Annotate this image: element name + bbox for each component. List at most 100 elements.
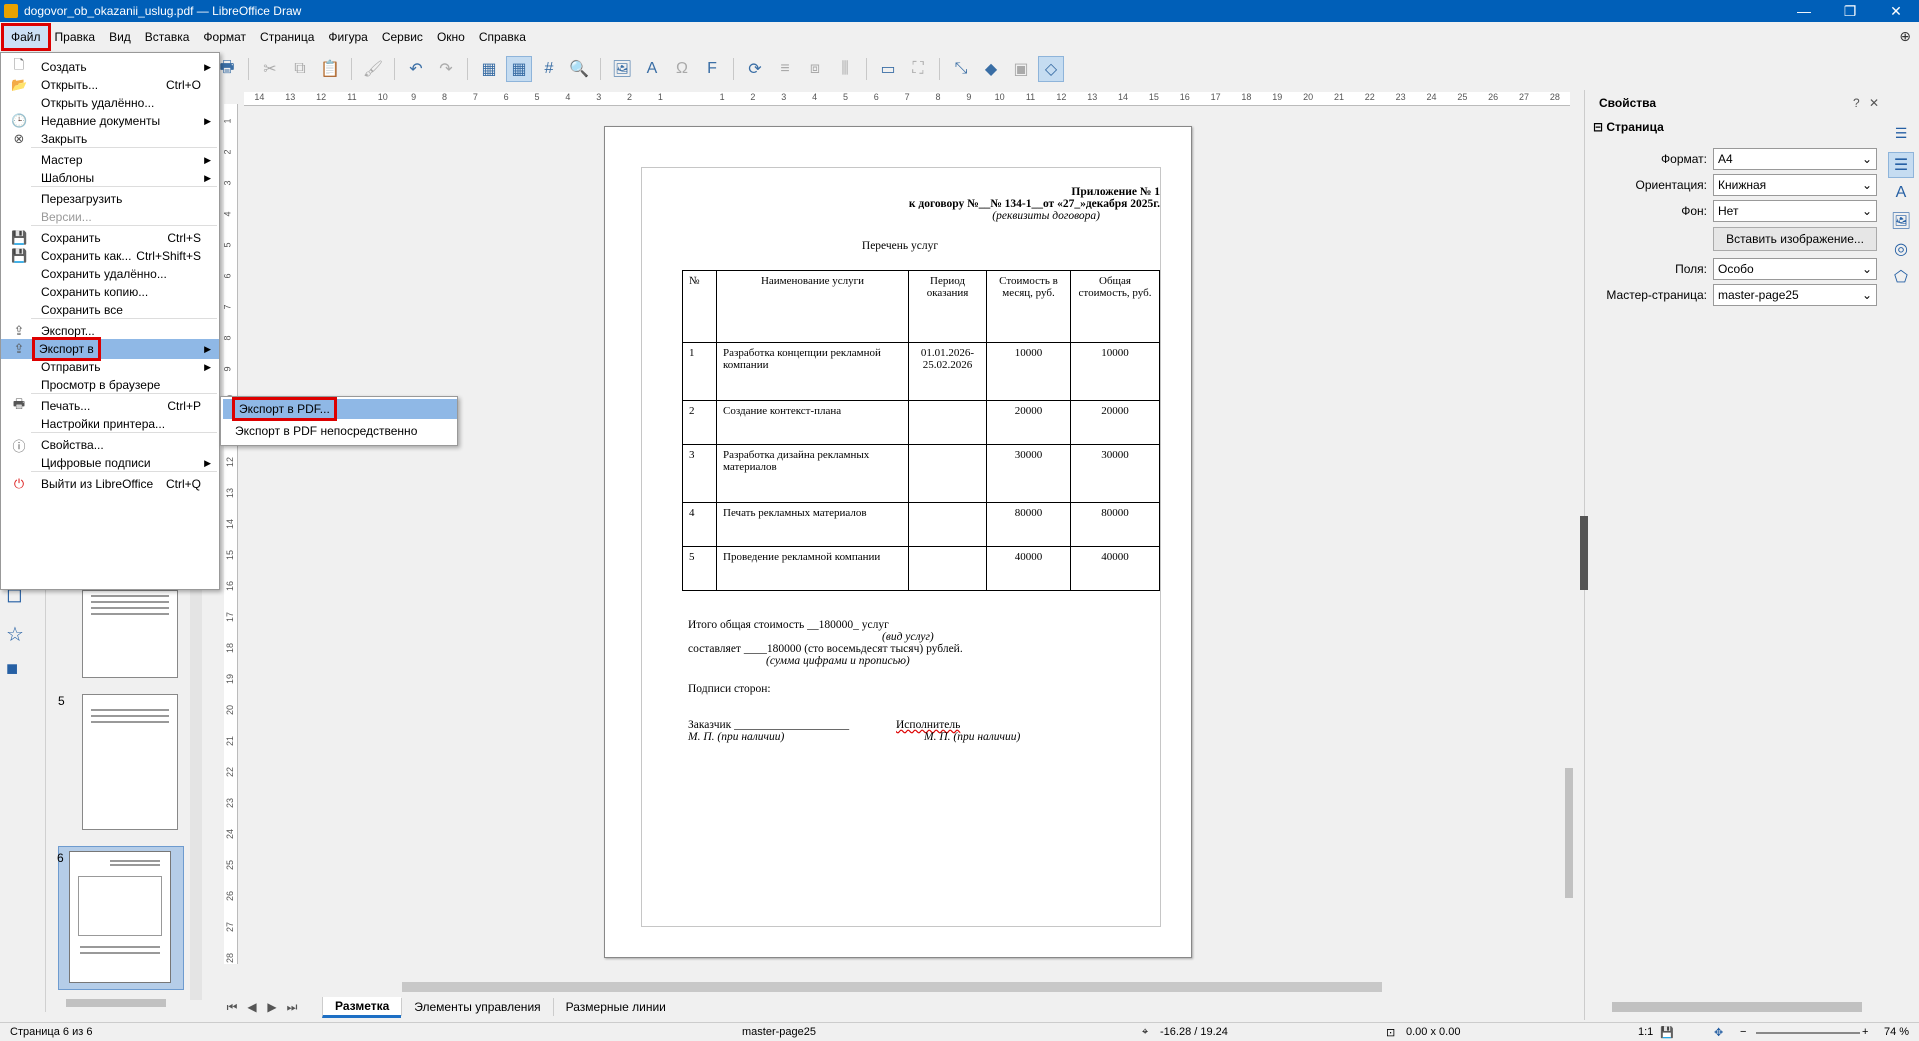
- file-menu-item[interactable]: ⊗ Закрыть: [1, 129, 219, 149]
- file-menu-item[interactable]: 🖶 Печать... Ctrl+P: [1, 396, 219, 416]
- menu-window[interactable]: Окно: [430, 26, 472, 48]
- tab-dimension-lines[interactable]: Размерные линии: [552, 998, 678, 1016]
- gallery-icon[interactable]: 🖼: [1888, 208, 1914, 234]
- zoom-icon[interactable]: 🔍: [566, 56, 592, 82]
- menu-page[interactable]: Страница: [253, 26, 321, 48]
- snap-grid-icon[interactable]: #: [536, 56, 562, 82]
- redo-icon[interactable]: ↷: [433, 56, 459, 82]
- margins-select[interactable]: Особо ⌄: [1713, 258, 1877, 280]
- navigator-icon[interactable]: ◎: [1888, 236, 1914, 262]
- zoom-slider[interactable]: [1756, 1032, 1860, 1034]
- file-menu-item[interactable]: ⏻ Выйти из LibreOffice Ctrl+Q: [1, 474, 219, 494]
- file-menu-item[interactable]: ⇪ Экспорт...: [1, 321, 219, 341]
- document-modified-icon[interactable]: 💾: [1660, 1026, 1674, 1039]
- file-menu-item[interactable]: Сохранить копию...: [1, 282, 219, 302]
- scale-indicator[interactable]: 1:1: [1638, 1026, 1653, 1038]
- insert-image-icon[interactable]: 🖼: [609, 56, 635, 82]
- distribute-icon[interactable]: ⫼: [832, 56, 858, 82]
- textbox-icon[interactable]: A: [639, 56, 665, 82]
- shadow-icon[interactable]: ▭: [875, 56, 901, 82]
- globe-icon[interactable]: ⊕: [1899, 28, 1911, 45]
- tab-prev-icon[interactable]: ◀: [242, 1000, 262, 1014]
- file-menu-item[interactable]: 💾 Сохранить как... Ctrl+Shift+S: [1, 246, 219, 266]
- tab-controls[interactable]: Элементы управления: [401, 998, 552, 1016]
- grid-icon[interactable]: ▦: [476, 56, 502, 82]
- slide-pane-hscrollbar[interactable]: [48, 996, 188, 1010]
- file-menu-item[interactable]: 🗋 Создать ▶: [1, 57, 219, 77]
- undo-icon[interactable]: ↶: [403, 56, 429, 82]
- menu-insert[interactable]: Вставка: [138, 26, 197, 48]
- file-menu-item[interactable]: Мастер ▶: [1, 150, 219, 170]
- orientation-select[interactable]: Книжная ⌄: [1713, 174, 1877, 196]
- fontwork-icon[interactable]: F: [699, 56, 725, 82]
- cut-icon[interactable]: ✂: [257, 56, 283, 82]
- points-icon[interactable]: ⤡: [948, 56, 974, 82]
- file-menu-item[interactable]: 💾 Сохранить Ctrl+S: [1, 228, 219, 248]
- tab-next-icon[interactable]: ▶: [262, 1000, 282, 1014]
- draw-functions-icon[interactable]: ◇: [1038, 56, 1064, 82]
- file-menu-item[interactable]: ⓘ Свойства...: [1, 435, 219, 455]
- file-menu-item[interactable]: Сохранить удалённо...: [1, 264, 219, 284]
- 3d-object-icon[interactable]: ■: [6, 658, 18, 681]
- sidebar-hscrollbar[interactable]: [1594, 998, 1872, 1016]
- file-menu-item[interactable]: Цифровые подписи ▶: [1, 453, 219, 473]
- fit-page-icon[interactable]: ✥: [1714, 1026, 1723, 1039]
- page-section-header[interactable]: ⊟ Страница: [1593, 120, 1664, 134]
- sidebar-close-icon[interactable]: ✕: [1869, 96, 1879, 110]
- selected-slide-thumbnail[interactable]: 6: [57, 846, 184, 990]
- insert-image-button[interactable]: Вставить изображение...: [1713, 227, 1877, 251]
- zoom-in-icon[interactable]: +: [1862, 1026, 1868, 1038]
- zoom-out-icon[interactable]: −: [1740, 1026, 1746, 1038]
- file-menu-item[interactable]: Сохранить все: [1, 300, 219, 320]
- star-icon[interactable]: ☆: [6, 622, 24, 647]
- file-menu-item[interactable]: Просмотр в браузере: [1, 375, 219, 395]
- clone-formatting-icon[interactable]: 🖌: [360, 56, 386, 82]
- vertical-ruler[interactable]: 1234567891011121314151617181920212223242…: [223, 104, 238, 964]
- shapes-icon[interactable]: ⬠: [1888, 264, 1914, 290]
- export-pdf-direct-item[interactable]: Экспорт в PDF непосредственно: [223, 421, 457, 441]
- special-char-icon[interactable]: Ω: [669, 56, 695, 82]
- file-menu-item[interactable]: ⇪ Экспорт в ▶: [1, 337, 219, 361]
- properties-icon[interactable]: ☰: [1888, 152, 1914, 178]
- master-page-select[interactable]: master-page25 ⌄: [1713, 284, 1877, 306]
- file-menu-item[interactable]: 🕒 Недавние документы ▶: [1, 111, 219, 131]
- transform-icon[interactable]: ⟳: [742, 56, 768, 82]
- sidebar-collapse-handle[interactable]: [1580, 516, 1588, 590]
- menu-edit[interactable]: Правка: [48, 26, 103, 48]
- document-content[interactable]: Приложение № 1 к договору №__№ 134-1__от…: [640, 186, 1160, 743]
- menu-format[interactable]: Формат: [196, 26, 253, 48]
- file-menu-item[interactable]: Шаблоны ▶: [1, 168, 219, 188]
- tab-first-icon[interactable]: ⏮: [222, 1000, 242, 1015]
- file-menu-item[interactable]: Настройки принтера...: [1, 414, 219, 434]
- sidebar-menu-icon[interactable]: ☰: [1888, 120, 1914, 146]
- horizontal-ruler[interactable]: 14 13 12 11 10 9 8 7 6 5 4 3 2 1 1 2 3 4 5 6 7 8 9 10 11 12 13 14 15…: [244, 92, 1570, 106]
- toggle-extrusion-icon[interactable]: ▣: [1008, 56, 1034, 82]
- maximize-button[interactable]: ❐: [1827, 0, 1873, 22]
- export-pdf-item[interactable]: Экспорт в PDF...: [223, 397, 457, 421]
- copy-icon[interactable]: ⧉: [287, 56, 313, 82]
- tab-last-icon[interactable]: ⏭: [282, 1000, 302, 1015]
- arrange-icon[interactable]: ⧈: [802, 56, 828, 82]
- glue-points-icon[interactable]: ◆: [978, 56, 1004, 82]
- file-menu-item[interactable]: Отправить ▶: [1, 357, 219, 377]
- slide-pane-scrollbar[interactable]: [190, 590, 202, 1000]
- zoom-level[interactable]: 74 %: [1884, 1026, 1909, 1038]
- align-icon[interactable]: ≡: [772, 56, 798, 82]
- crop-icon[interactable]: ⛶: [905, 56, 931, 82]
- minimize-button[interactable]: —: [1781, 0, 1827, 22]
- slide-thumbnail[interactable]: [82, 694, 178, 830]
- canvas-vertical-scrollbar[interactable]: [1562, 108, 1576, 980]
- tab-layout[interactable]: Разметка: [322, 996, 402, 1018]
- styles-icon[interactable]: A: [1888, 180, 1914, 206]
- canvas-horizontal-scrollbar[interactable]: [222, 978, 1562, 996]
- background-select[interactable]: Нет ⌄: [1713, 200, 1877, 222]
- slide-thumbnail[interactable]: [82, 590, 178, 678]
- menu-view[interactable]: Вид: [102, 26, 138, 48]
- paste-icon[interactable]: 📋: [317, 56, 343, 82]
- menu-shape[interactable]: Фигура: [321, 26, 374, 48]
- helplines-icon[interactable]: ▦: [506, 56, 532, 82]
- format-select[interactable]: A4 ⌄: [1713, 148, 1877, 170]
- menu-tools[interactable]: Сервис: [375, 26, 430, 48]
- menu-file[interactable]: Файл: [1, 23, 51, 51]
- menu-help[interactable]: Справка: [472, 26, 533, 48]
